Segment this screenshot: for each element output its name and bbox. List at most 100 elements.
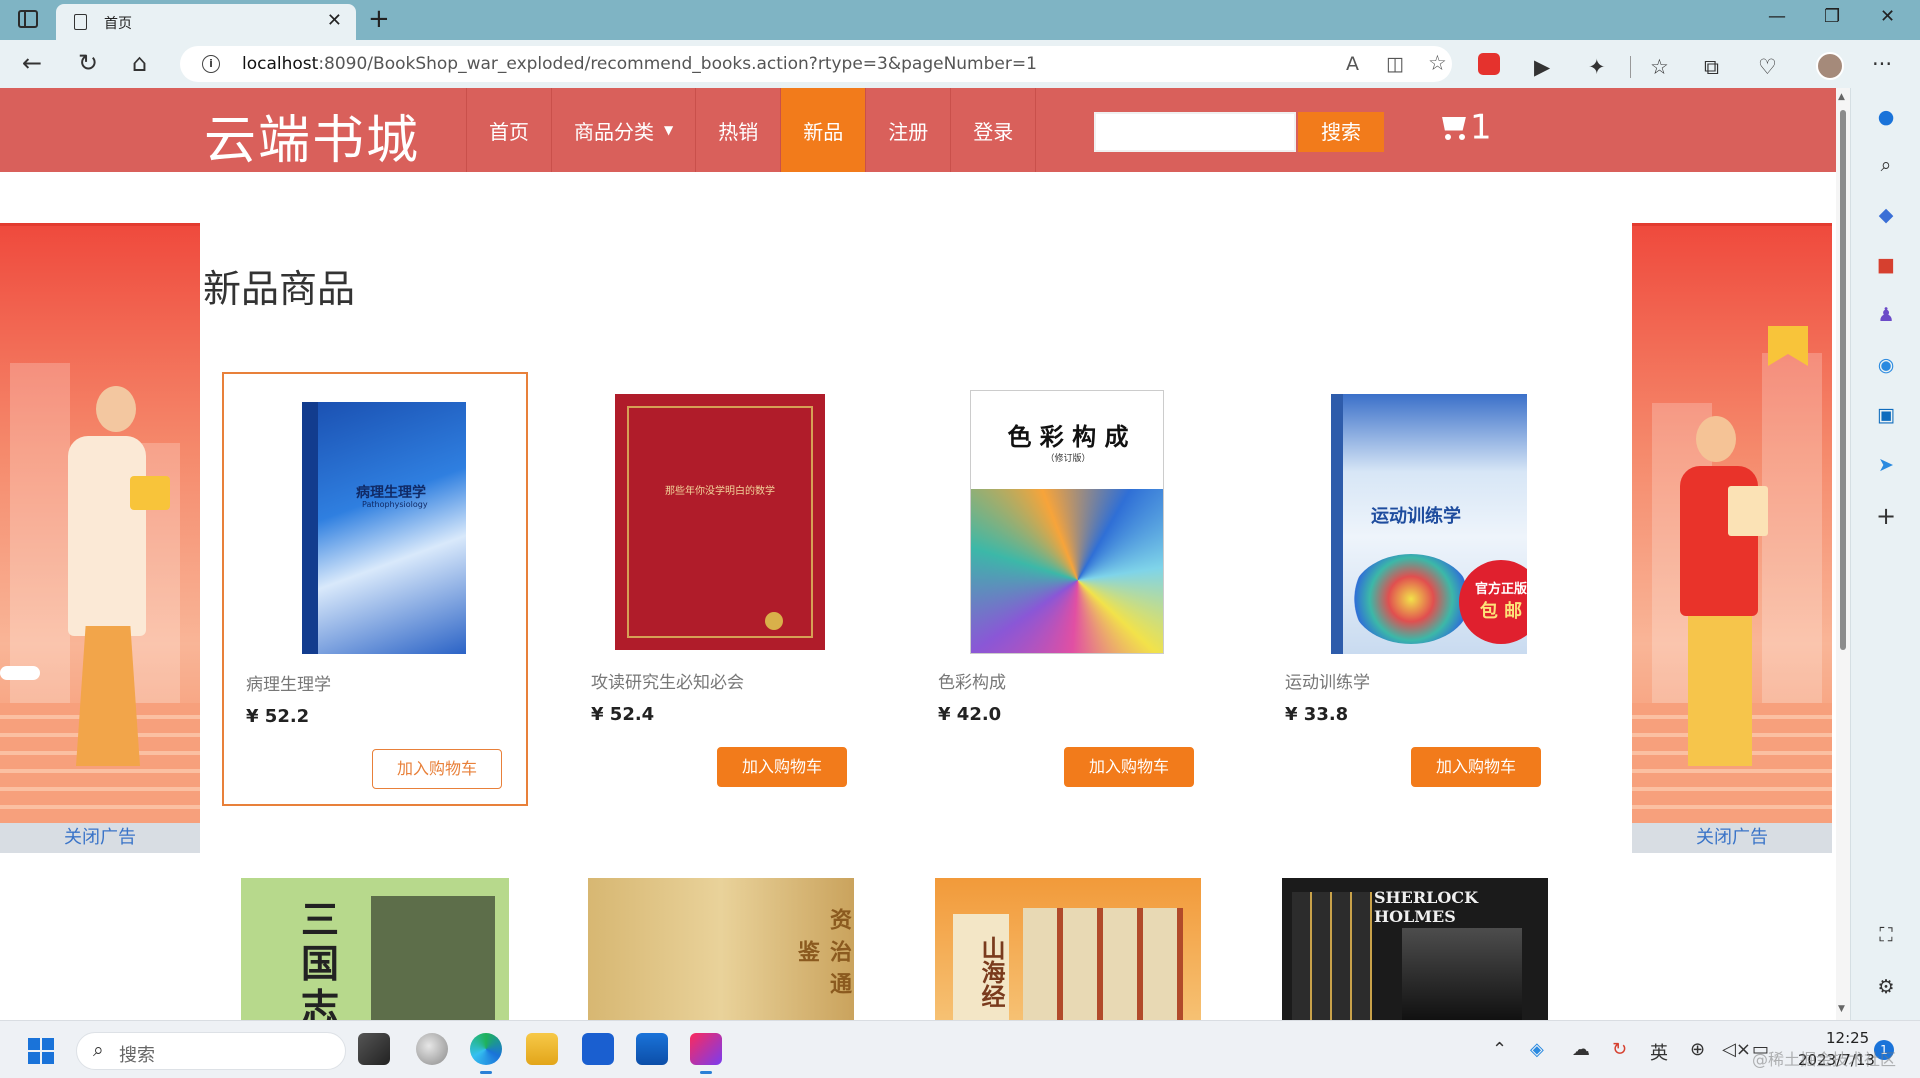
windows-start-icon[interactable] — [28, 1038, 54, 1064]
left-ad-image[interactable] — [0, 223, 200, 823]
page-icon — [74, 14, 87, 30]
product-cover-image[interactable]: 资治通鉴 — [588, 878, 854, 1020]
add-to-cart-button[interactable]: 加入购物车 — [717, 747, 847, 787]
add-to-cart-button[interactable]: 加入购物车 — [1411, 747, 1541, 787]
favorite-star-icon[interactable]: ☆ — [1428, 51, 1447, 75]
favorites-icon[interactable]: ☆ — [1650, 55, 1669, 79]
search-icon[interactable]: ⌕ — [1875, 154, 1897, 176]
home-button[interactable]: ⌂ — [132, 49, 147, 77]
scroll-up-icon[interactable]: ▲ — [1838, 92, 1845, 102]
more-options-icon[interactable]: ··· — [1872, 52, 1892, 76]
nav-hot[interactable]: 热销 — [696, 88, 782, 172]
toolbox-icon[interactable]: ■ — [1875, 254, 1897, 276]
right-ad-image[interactable] — [1632, 223, 1832, 823]
extension-red-icon[interactable] — [1478, 53, 1500, 75]
split-screen-icon[interactable]: ◫ — [1386, 53, 1404, 75]
task-view-icon[interactable] — [358, 1033, 390, 1065]
performance-icon[interactable]: ♡ — [1758, 55, 1777, 79]
page-scrollbar[interactable]: ▲ ▼ — [1836, 88, 1850, 1020]
back-button[interactable]: ← — [22, 49, 42, 77]
drop-icon[interactable]: ➤ — [1875, 454, 1897, 476]
product-cover-image[interactable]: SHERLOCK HOLMES — [1282, 878, 1548, 1020]
add-icon[interactable]: + — [1875, 502, 1897, 530]
tab-actions-icon[interactable] — [18, 10, 38, 28]
browser-tab[interactable]: 首页 ✕ — [56, 4, 356, 40]
site-logo[interactable]: 云端书城 — [204, 98, 420, 173]
nav-categories[interactable]: 商品分类 ▼ — [552, 88, 697, 172]
intellij-icon[interactable] — [690, 1033, 722, 1074]
toolbar-divider — [1630, 56, 1631, 78]
site-info-icon[interactable]: i — [202, 55, 220, 73]
product-card[interactable]: 病理生理学 Pathophysiology 病理生理学 ¥ 52.2 加入购物车 — [222, 372, 528, 806]
taskbar-search[interactable]: ⌕ 搜索 — [76, 1032, 346, 1070]
search-button[interactable]: 搜索 — [1298, 112, 1384, 152]
add-to-cart-button[interactable]: 加入购物车 — [1064, 747, 1194, 787]
right-ad: 关闭广告 — [1632, 223, 1832, 853]
reload-button[interactable]: ↻ — [78, 49, 98, 77]
cart-icon — [1438, 115, 1470, 141]
input-language[interactable]: 英 — [1650, 1039, 1668, 1065]
mail-icon[interactable] — [636, 1033, 668, 1065]
close-ad-button-left[interactable]: 关闭广告 — [0, 823, 200, 853]
extensions-icon[interactable]: ✦ — [1588, 55, 1606, 79]
add-to-cart-button[interactable]: 加入购物车 — [372, 749, 502, 789]
tray-sync-icon[interactable]: ↻ — [1612, 1039, 1627, 1060]
cart-count: 1 — [1470, 107, 1492, 148]
network-globe-icon[interactable]: ⊕ — [1690, 1039, 1705, 1060]
cart-link[interactable]: 1 — [1438, 106, 1492, 148]
product-price: ¥ 33.8 — [1285, 704, 1349, 725]
nav-register[interactable]: 注册 — [866, 88, 952, 172]
watermark: @稀土掘金技术社区 — [1752, 1050, 1897, 1069]
tab-close-icon[interactable]: ✕ — [327, 10, 342, 31]
product-card[interactable]: 运动训练学 官方正版 包 邮 运动训练学 ¥ 33.8 加入购物车 — [1263, 372, 1569, 806]
window-maximize-button[interactable]: ❐ — [1824, 6, 1840, 27]
product-cover-image[interactable]: 色 彩 构 成 （修订版） — [970, 390, 1164, 654]
product-name[interactable]: 病理生理学 — [246, 670, 331, 695]
scroll-thumb[interactable] — [1840, 110, 1846, 650]
product-name[interactable]: 色彩构成 — [938, 668, 1006, 693]
window-close-button[interactable]: ✕ — [1880, 6, 1895, 27]
product-card[interactable]: 那些年你没学明白的数学 攻读研究生必知必会 ¥ 52.4 加入购物车 — [569, 372, 875, 806]
collections-icon[interactable]: ⧉ — [1704, 55, 1719, 80]
product-price: ¥ 42.0 — [938, 704, 1002, 725]
product-price: ¥ 52.4 — [591, 704, 655, 725]
bell-icon[interactable]: ● — [1875, 106, 1897, 128]
window-minimize-button[interactable]: — — [1768, 6, 1786, 27]
close-ad-button-right[interactable]: 关闭广告 — [1632, 823, 1832, 853]
edge-browser-icon[interactable] — [470, 1033, 502, 1074]
url-input[interactable]: i localhost:8090/BookShop_war_exploded/r… — [180, 46, 1452, 82]
games-icon[interactable]: ♟ — [1875, 304, 1897, 326]
product-name[interactable]: 运动训练学 — [1285, 668, 1370, 693]
profile-avatar[interactable] — [1816, 52, 1844, 80]
nav-home[interactable]: 首页 — [467, 88, 552, 172]
product-cover-image[interactable]: 山海经 — [935, 878, 1201, 1020]
cloud-icon[interactable]: ☁ — [1572, 1039, 1590, 1060]
screenshot-icon[interactable]: ⛶ — [1875, 924, 1897, 946]
clock-time[interactable]: 12:25 — [1826, 1029, 1869, 1047]
search-input[interactable] — [1094, 112, 1296, 152]
product-cover-image[interactable]: 病理生理学 Pathophysiology — [302, 402, 466, 654]
tray-app-icon[interactable]: ◈ — [1530, 1039, 1544, 1060]
new-tab-button[interactable]: + — [368, 4, 390, 34]
url-text: localhost:8090/BookShop_war_exploded/rec… — [242, 54, 1037, 74]
product-card[interactable]: 色 彩 构 成 （修订版） 色彩构成 ¥ 42.0 加入购物车 — [916, 372, 1222, 806]
volume-muted-icon[interactable]: ◁× — [1722, 1039, 1751, 1060]
nav-login[interactable]: 登录 — [951, 88, 1037, 172]
file-explorer-icon[interactable] — [526, 1033, 558, 1065]
copilot-icon[interactable]: ◉ — [1875, 354, 1897, 376]
outlook-icon[interactable]: ▣ — [1875, 404, 1897, 426]
widgets-icon[interactable] — [416, 1033, 448, 1065]
play-icon[interactable]: ▶ — [1534, 55, 1550, 79]
app-blue-icon[interactable] — [582, 1033, 614, 1065]
settings-gear-icon[interactable]: ⚙ — [1875, 976, 1897, 998]
product-cover-image[interactable]: 三国志 — [241, 878, 509, 1020]
product-cover-image[interactable]: 那些年你没学明白的数学 — [615, 394, 825, 650]
scroll-down-icon[interactable]: ▼ — [1838, 1004, 1845, 1014]
nav-new[interactable]: 新品 — [781, 88, 867, 172]
read-aloud-icon[interactable]: A — [1346, 53, 1359, 75]
main-nav: 首页 商品分类 ▼ 热销 新品 注册 登录 — [466, 88, 1037, 172]
tray-overflow-icon[interactable]: ⌃ — [1492, 1039, 1507, 1060]
tag-icon[interactable]: ◆ — [1875, 204, 1897, 226]
product-name[interactable]: 攻读研究生必知必会 — [591, 668, 744, 693]
product-cover-image[interactable]: 运动训练学 官方正版 包 邮 — [1331, 394, 1527, 654]
